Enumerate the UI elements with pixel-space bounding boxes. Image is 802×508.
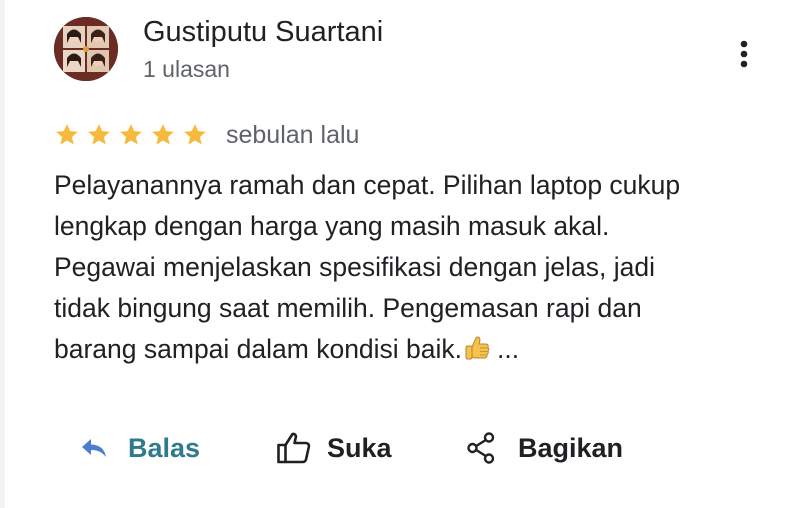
star-icon <box>152 123 174 145</box>
star-icon <box>120 123 142 145</box>
review-text-line: Pelayanannya ramah dan cepat. Pilihan la… <box>54 170 681 200</box>
share-button[interactable]: Bagikan <box>466 420 623 476</box>
review-text-line: lengkap dengan harga yang masih masuk ak… <box>54 211 610 241</box>
review-actions: Balas Suka Bagikan <box>0 420 802 476</box>
review-text-line: Pegawai menjelaskan spesifikasi dengan j… <box>54 252 656 282</box>
reply-arrow-icon <box>82 439 106 457</box>
review-date: sebulan lalu <box>226 121 360 149</box>
review-text[interactable]: Pelayanannya ramah dan cepat. Pilihan la… <box>54 165 754 375</box>
more-options-button[interactable] <box>726 36 762 72</box>
reviewer-name[interactable]: Gustiputu Suartani <box>143 14 383 50</box>
share-label: Bagikan <box>518 432 624 463</box>
like-button[interactable]: Suka <box>276 420 392 476</box>
reply-button[interactable]: Balas <box>80 420 200 476</box>
review-card: Gustiputu Suartani 1 ulasan sebulan lalu… <box>0 0 802 508</box>
star-icon <box>88 123 110 145</box>
more-vert-icon <box>740 40 748 68</box>
star-icon <box>56 123 78 145</box>
review-text-line: barang sampai dalam kondisi baik. <box>54 334 463 364</box>
avatar[interactable] <box>54 17 118 81</box>
like-label: Suka <box>327 432 392 463</box>
reply-label: Balas <box>128 432 201 463</box>
thumbs-up-emoji-icon <box>463 334 491 375</box>
avatar-photo-collage <box>54 17 118 81</box>
share-icon <box>467 432 495 464</box>
review-text-line-last: barang sampai dalam kondisi baik.... <box>54 329 754 375</box>
star-rating <box>54 120 214 150</box>
review-count: 1 ulasan <box>143 56 230 82</box>
review-text-line: tidak bingung saat memilih. Pengemasan r… <box>54 293 642 323</box>
read-more-ellipsis[interactable]: ... <box>497 334 519 364</box>
thumb-up-outline-icon <box>277 432 311 464</box>
star-icon <box>184 123 206 145</box>
